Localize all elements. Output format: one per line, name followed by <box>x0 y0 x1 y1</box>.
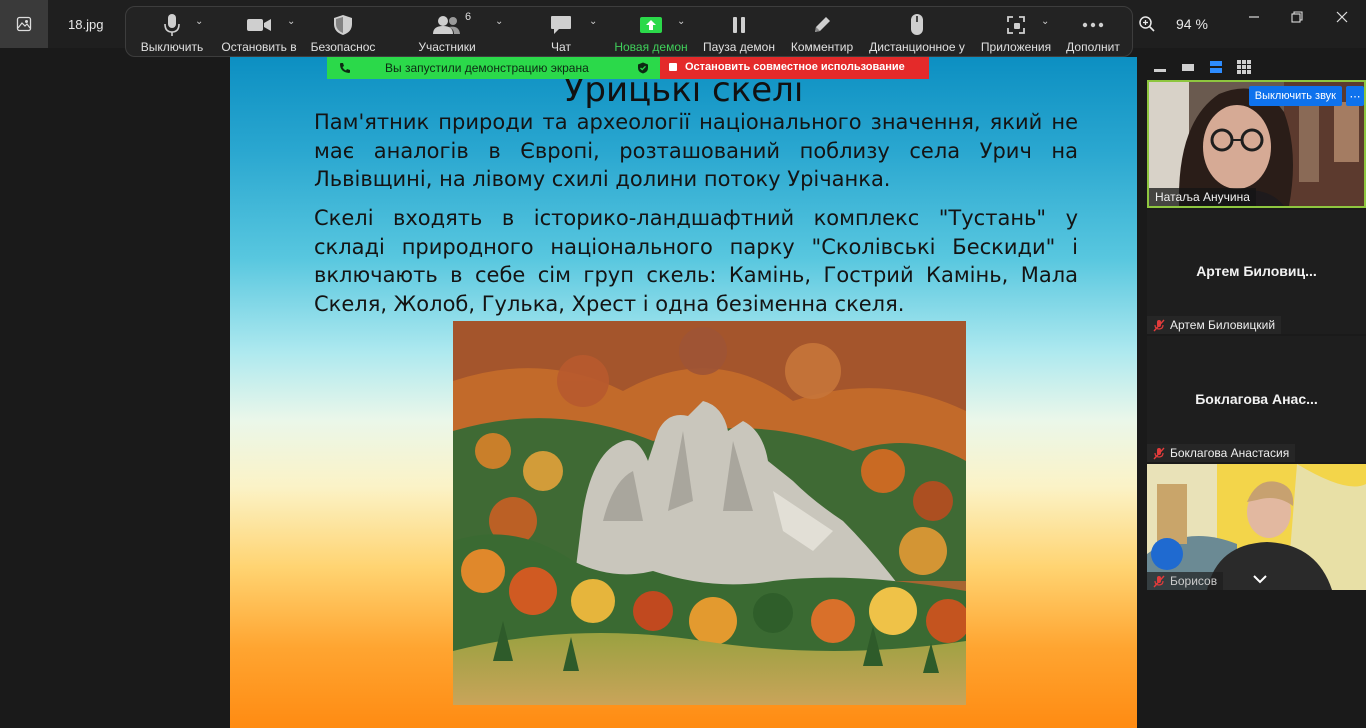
new-share-button[interactable]: Новая демон <box>611 7 691 58</box>
participant-name-chip: Артем Биловицкий <box>1147 316 1282 334</box>
close-icon[interactable] <box>1331 8 1353 26</box>
chevron-down-icon[interactable]: ⌄ <box>677 16 685 27</box>
screen-share-banner: Вы запустили демонстрацию экрана Останов… <box>327 57 929 79</box>
toolbar-label: Комментир <box>790 40 854 54</box>
microphone-icon <box>164 13 180 37</box>
apps-button[interactable]: Приложения <box>978 7 1054 58</box>
chat-button[interactable]: Чат <box>538 7 584 58</box>
participant-count: 6 <box>465 11 472 23</box>
mute-button[interactable]: Выключить <box>139 7 205 58</box>
muted-mic-icon <box>1153 575 1165 587</box>
toolbar-label: Участники <box>418 40 476 54</box>
file-name: 18.jpg <box>68 17 104 32</box>
participant-display-name: Артем Биловиц... <box>1196 263 1317 279</box>
zoom-meeting-window: 18.jpg 94 % Выключить ⌄ Остановить в ⌄ Б… <box>0 0 1366 728</box>
chat-icon <box>550 13 572 37</box>
toolbar-label: Выключить <box>140 40 204 54</box>
side-by-side-view-icon[interactable] <box>1208 59 1224 75</box>
apps-icon <box>1006 13 1026 37</box>
toolbar-label: Безопаснос <box>310 40 376 54</box>
toolbar-label: Остановить в <box>221 40 297 54</box>
scroll-down-chevron-icon[interactable] <box>1250 571 1270 587</box>
participant-tile[interactable]: Артем Биловиц... Артем Биловицкий <box>1147 210 1366 334</box>
stop-icon <box>669 63 677 71</box>
toolbar-label: Пауза демон <box>703 40 775 54</box>
sharing-status-text: Вы запустили демонстрацию экрана <box>385 61 589 75</box>
stop-share-button[interactable]: Остановить совместное использование <box>660 57 929 79</box>
stop-share-label: Остановить совместное использование <box>685 61 905 73</box>
gallery-view-icon[interactable] <box>1236 59 1252 75</box>
chevron-down-icon[interactable]: ⌄ <box>1041 16 1049 27</box>
remote-control-button[interactable]: Дистанционное у <box>867 7 967 58</box>
zoom-level: 94 % <box>1176 16 1208 32</box>
muted-mic-icon <box>1153 447 1165 459</box>
mute-participant-button[interactable]: Выключить звук <box>1248 86 1342 106</box>
phone-icon <box>340 63 350 73</box>
minimize-icon[interactable] <box>1243 8 1265 26</box>
stop-video-button[interactable]: Остановить в <box>220 7 298 58</box>
shared-screen-slide: Урицькі скелі Пам'ятник природи та архео… <box>230 57 1137 728</box>
chevron-down-icon[interactable]: ⌄ <box>287 16 295 27</box>
shield-icon <box>333 13 353 37</box>
chevron-down-icon[interactable]: ⌄ <box>495 16 503 27</box>
pencil-icon <box>812 13 832 37</box>
security-button[interactable]: Безопаснос <box>309 7 377 58</box>
participant-name: Боклагова Анастасия <box>1170 446 1290 460</box>
thumbnail-view-icon[interactable] <box>1180 59 1196 75</box>
meeting-toolbar: Выключить ⌄ Остановить в ⌄ Безопаснос Уч… <box>125 6 1133 57</box>
view-mode-switcher <box>1152 59 1252 75</box>
pause-icon <box>731 13 747 37</box>
mouse-icon <box>909 13 925 37</box>
minimize-panel-icon[interactable] <box>1152 59 1168 75</box>
slide-paragraph-1: Пам'ятник природи та археології націонал… <box>314 110 1078 191</box>
video-camera-icon <box>246 13 272 37</box>
muted-mic-icon <box>1153 319 1165 331</box>
toolbar-label: Дополнит <box>1066 40 1120 54</box>
participant-tile[interactable]: Выключить звук ⋯ Натаља Анучина <box>1147 80 1366 208</box>
toolbar-label: Приложения <box>980 40 1052 54</box>
photo-viewer-app-icon[interactable] <box>0 0 48 48</box>
tile-more-button[interactable]: ⋯ <box>1346 86 1364 106</box>
participant-display-name: Боклагова Анас... <box>1195 391 1318 407</box>
slide-paragraph-2: Скелі входять в історико-ландшафтний ком… <box>314 206 1078 316</box>
participant-name: Артем Биловицкий <box>1170 318 1276 332</box>
chevron-down-icon[interactable]: ⌄ <box>589 16 597 27</box>
zoom-in-icon[interactable] <box>1138 15 1156 33</box>
participants-icon <box>433 13 461 37</box>
participant-name-chip: Боклагова Анастасия <box>1147 444 1296 462</box>
more-button[interactable]: Дополнит <box>1062 7 1124 58</box>
sharing-status: Вы запустили демонстрацию экрана <box>327 57 660 79</box>
participant-tile[interactable]: Боклагова Анас... Боклагова Анастасия <box>1147 336 1366 462</box>
autumn-rocks-photo <box>453 321 966 705</box>
pause-share-button[interactable]: Пауза демон <box>701 7 777 58</box>
annotate-button[interactable]: Комментир <box>788 7 856 58</box>
participant-name: Натаља Анучина <box>1149 188 1256 206</box>
toolbar-label: Дистанционное у <box>869 40 965 54</box>
participant-name: Борисов <box>1170 574 1218 588</box>
more-dots-icon <box>1082 13 1104 37</box>
toolbar-label: Новая демон <box>614 40 688 54</box>
share-screen-icon <box>639 13 663 37</box>
chevron-down-icon[interactable]: ⌄ <box>195 16 203 27</box>
restore-icon[interactable] <box>1286 8 1308 26</box>
toolbar-label: Чат <box>551 40 571 54</box>
participant-name-chip: Борисов <box>1147 572 1224 590</box>
shield-check-icon <box>638 62 648 74</box>
